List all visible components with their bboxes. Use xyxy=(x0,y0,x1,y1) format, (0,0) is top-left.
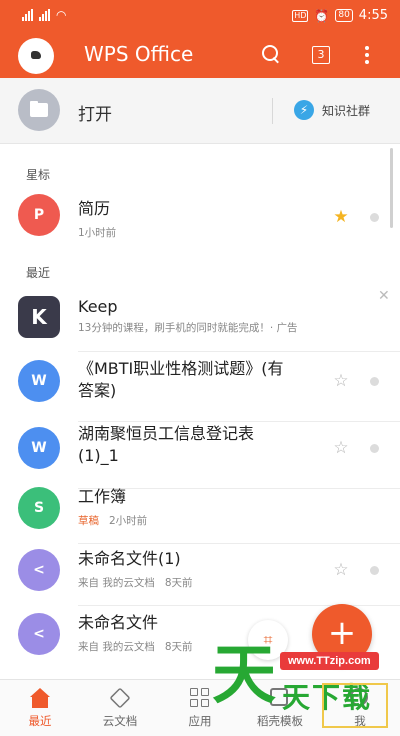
more-menu-icon[interactable] xyxy=(364,46,370,64)
file-title-line1: 《MBTI职业性格测试题》(有 xyxy=(78,359,284,378)
share-icon: < xyxy=(18,549,60,591)
word-icon: W xyxy=(18,427,60,469)
pdf-icon: P xyxy=(18,194,60,236)
apps-grid-icon xyxy=(190,688,210,708)
file-time: 8天前 xyxy=(164,641,193,653)
list-item[interactable]: P 简历 1小时前 ★ xyxy=(0,178,400,252)
search-icon[interactable] xyxy=(262,45,280,63)
more-dot-icon[interactable] xyxy=(370,566,379,575)
watermark-logo: 天 xyxy=(212,639,276,713)
share-icon: < xyxy=(18,613,60,655)
document-list[interactable]: 打开 ⚡ 知识社群 星标 P 简历 1小时前 ★ 最近 ✕ K Keep 13分… xyxy=(0,78,400,679)
signal-icon xyxy=(22,9,33,21)
keep-logo: K xyxy=(18,296,60,338)
file-title-line2: (1)_1 xyxy=(78,446,119,465)
file-title: 未命名文件(1) xyxy=(78,549,181,568)
battery-icon: 80 xyxy=(335,9,353,22)
sheet-icon: S xyxy=(18,487,60,529)
folder-icon xyxy=(18,89,60,131)
wifi-icon: ◠ xyxy=(56,8,67,22)
knowledge-community-link[interactable]: 知识社群 xyxy=(322,102,370,119)
star-icon[interactable]: ★ xyxy=(332,208,350,226)
nav-label: 应用 xyxy=(188,714,212,728)
wps-home-screen: ◠ HD ⏰ 80 4:55 WPS Office 3 打开 ⚡ 知识社群 星标… xyxy=(0,0,400,736)
user-avatar[interactable] xyxy=(18,38,54,74)
file-meta: 草稿 2小时前 xyxy=(78,513,147,528)
watermark-highlight xyxy=(322,683,388,728)
divider xyxy=(272,98,273,124)
nav-label: 最近 xyxy=(28,714,52,728)
star-icon[interactable]: ☆ xyxy=(332,561,350,579)
more-dot-icon[interactable] xyxy=(370,377,379,386)
file-time: 2小时前 xyxy=(109,515,148,527)
signal-indicators: ◠ xyxy=(22,9,66,21)
star-icon[interactable]: ☆ xyxy=(332,439,350,457)
open-label: 打开 xyxy=(78,105,112,125)
tab-count-button[interactable]: 3 xyxy=(312,46,330,64)
nav-cloud-docs[interactable]: 云文档 xyxy=(80,680,160,736)
draft-badge: 草稿 xyxy=(78,515,99,527)
alarm-icon: ⏰ xyxy=(314,8,330,23)
file-title: 工作簿 xyxy=(78,487,127,506)
list-item[interactable]: W 《MBTI职业性格测试题》(有 答案) ☆ xyxy=(0,348,400,422)
nav-recent[interactable]: 最近 xyxy=(0,680,80,736)
cloud-doc-icon xyxy=(109,687,131,709)
more-dot-icon[interactable] xyxy=(370,213,379,222)
file-time: 1小时前 xyxy=(78,227,117,239)
file-meta: 来自 我的云文档 8天前 xyxy=(78,575,193,590)
file-title: 简历 xyxy=(78,199,111,218)
file-time: 8天前 xyxy=(164,577,193,589)
clock: 4:55 xyxy=(358,8,388,23)
open-file-row[interactable]: 打开 ⚡ 知识社群 xyxy=(0,78,400,144)
status-right: HD ⏰ 80 4:55 xyxy=(292,8,388,23)
nav-label: 云文档 xyxy=(102,714,138,728)
ad-subtitle: 13分钟的课程，刷手机的同时就能完成！· 广告 xyxy=(78,322,298,334)
file-meta: 来自 我的云文档 8天前 xyxy=(78,639,193,654)
hd-icon: HD xyxy=(292,9,309,22)
home-icon xyxy=(30,688,50,708)
more-dot-icon[interactable] xyxy=(370,444,379,453)
file-title: 未命名文件 xyxy=(78,613,159,632)
ad-title: Keep xyxy=(78,297,118,316)
file-title-line1: 湖南聚恒员工信息登记表 xyxy=(78,424,255,443)
lightning-icon[interactable]: ⚡ xyxy=(294,100,314,120)
list-item[interactable]: W 湖南聚恒员工信息登记表 (1)_1 ☆ xyxy=(0,415,400,489)
file-source: 来自 我的云文档 xyxy=(78,577,155,589)
star-icon[interactable]: ☆ xyxy=(332,372,350,390)
watermark-url: www.TTzip.com xyxy=(280,652,379,670)
app-bar: WPS Office 3 xyxy=(0,32,400,78)
file-title-line2: 答案) xyxy=(78,381,117,400)
word-icon: W xyxy=(18,360,60,402)
app-title: WPS Office xyxy=(84,42,194,66)
status-bar: ◠ HD ⏰ 80 4:55 xyxy=(0,0,400,32)
signal-icon-2 xyxy=(39,9,50,21)
file-source: 来自 我的云文档 xyxy=(78,641,155,653)
list-item-ad[interactable]: K Keep 13分钟的课程，刷手机的同时就能完成！· 广告 xyxy=(0,278,400,352)
